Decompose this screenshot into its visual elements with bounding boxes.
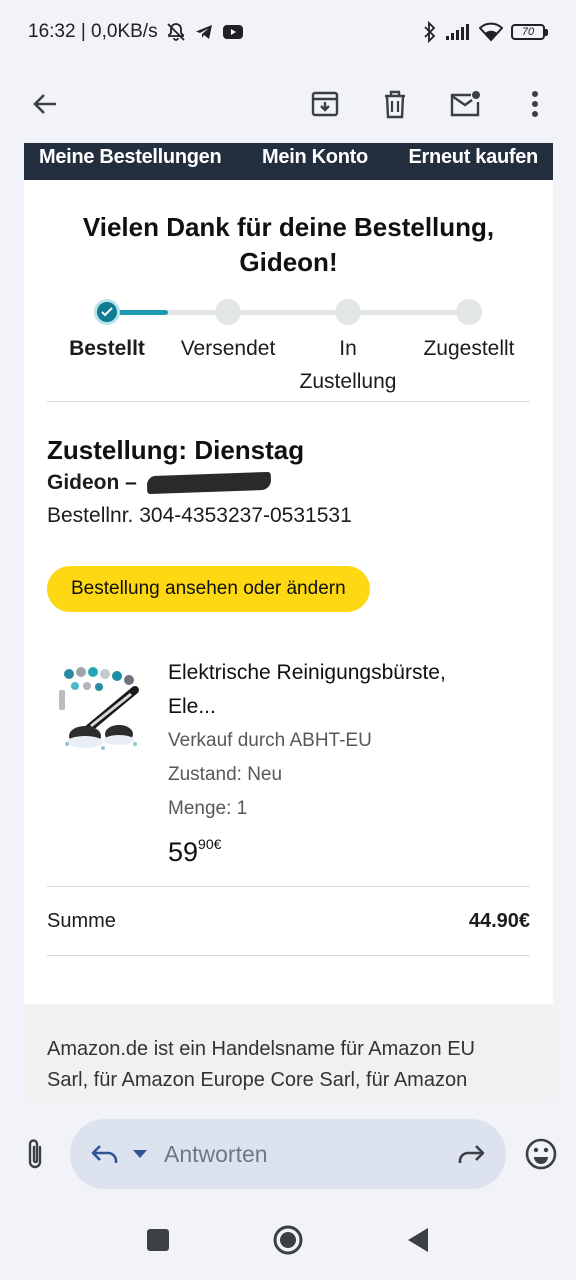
back-nav-button[interactable] [406,1227,430,1258]
more-vert-icon [532,91,538,117]
bell-muted-icon [166,22,186,42]
paperclip-icon [28,1139,42,1169]
reply-input[interactable]: Antworten [70,1119,506,1189]
mail-toolbar [0,64,576,144]
battery-level: 70 [511,24,545,40]
thank-you-heading: Vielen Dank für deine Bestellung, Gideon… [48,210,529,280]
step-shipped-dot [215,299,241,325]
item-seller: Verkauf durch ABHT-EU [168,730,372,751]
archive-button[interactable] [308,87,342,121]
item-details: Elektrische Reinigungsbürste, Ele... Ver… [168,656,446,868]
product-image[interactable] [47,660,147,760]
footer-line-2: Sarl, für Amazon Europe Core Sarl, für A… [47,1069,468,1091]
price-fraction: 90€ [198,836,222,852]
amazon-nav-bar: Meine Bestellungen Mein Konto Erneut kau… [24,143,553,180]
youtube-icon [222,23,244,41]
forward-icon[interactable] [456,1142,486,1166]
step-in-delivery-dot [335,299,361,325]
signal-icon [445,23,471,41]
item-title[interactable]: Elektrische Reinigungsbürste, Ele... [168,656,446,724]
wifi-icon [479,22,503,42]
emoji-icon [525,1138,557,1170]
item-quantity: Menge: 1 [168,798,248,819]
sum-value: 44.90€ [468,909,530,932]
nav-buy-again-link[interactable]: Erneut kaufen [409,146,539,169]
square-icon [147,1228,169,1251]
status-time: 16:32 | 0,0KB/s [28,21,158,42]
more-options-button[interactable] [518,87,552,121]
sum-label: Summe [47,909,116,932]
recents-button[interactable] [146,1228,170,1257]
nav-my-account-link[interactable]: Mein Konto [262,146,368,169]
status-bar: 16:32 | 0,0KB/s 70 [0,0,576,64]
order-total-row: Summe 44.90€ [47,887,530,955]
email-body[interactable]: Meine Bestellungen Mein Konto Erneut kau… [24,143,553,1103]
step-ordered-dot [94,299,120,325]
mail-unread-icon [450,91,480,117]
delivery-title: Zustellung: Dienstag [47,435,305,465]
home-button[interactable] [272,1224,304,1261]
order-item[interactable]: Elektrische Reinigungsbürste, Ele... Ver… [47,656,530,868]
delivery-info: Zustellung: Dienstag Gideon – Bestellnr.… [47,434,530,532]
step-delivered-label: Zugestellt [423,337,515,360]
mark-unread-button[interactable] [448,87,482,121]
step-delivered-dot [456,299,482,325]
reply-bar: Antworten [0,1104,576,1204]
system-nav-bar [0,1204,576,1280]
step-in-delivery-label: In Zustellung [288,332,408,398]
step-in-delivery-line-1: In [339,337,357,360]
delete-button[interactable] [378,87,412,121]
telegram-icon [194,22,214,42]
thank-you-line-2: Gideon! [239,247,338,277]
order-progress [24,290,553,332]
nav-my-orders-link[interactable]: Meine Bestellungen [39,146,222,169]
bluetooth-icon [423,21,437,43]
recipient: Gideon – [47,466,530,500]
back-button[interactable] [28,87,62,121]
recipient-name: Gideon – [47,471,137,494]
step-in-delivery-line-2: Zustellung [299,370,397,393]
battery-icon: 70 [511,24,548,40]
trash-icon [385,90,405,119]
archive-icon [311,91,339,117]
emoji-button[interactable] [524,1137,558,1171]
item-title-line-2[interactable]: Ele... [168,690,446,724]
step-shipped-label: Versendet [180,337,276,360]
divider [47,955,530,956]
progress-labels: Bestellt Versendet In Zustellung Zugeste… [24,332,553,404]
check-icon [101,307,113,317]
reply-placeholder[interactable]: Antworten [164,1141,456,1168]
attach-button[interactable] [18,1134,52,1174]
view-edit-order-button[interactable]: Bestellung ansehen oder ändern [47,566,370,612]
order-number: Bestellnr. 304-4353237-0531531 [47,504,352,527]
chevron-down-icon[interactable] [132,1149,148,1159]
arrow-back-icon [33,94,56,114]
step-ordered-label: Bestellt [69,337,145,360]
footer-line-1: Amazon.de ist ein Handelsname für Amazon… [47,1038,475,1060]
item-title-line-1[interactable]: Elektrische Reinigungsbürste, [168,656,446,690]
redaction-scribble [146,471,272,495]
reply-icon[interactable] [90,1142,120,1166]
thank-you-line-1: Vielen Dank für deine Bestellung, [82,212,495,242]
legal-footer: Amazon.de ist ein Handelsname für Amazon… [24,1004,553,1103]
item-condition: Zustand: Neu [168,764,283,785]
item-price: 5990€ [168,836,446,868]
price-whole: 59 [168,837,199,867]
home-circle-icon [273,1225,303,1254]
triangle-back-icon [408,1227,428,1252]
